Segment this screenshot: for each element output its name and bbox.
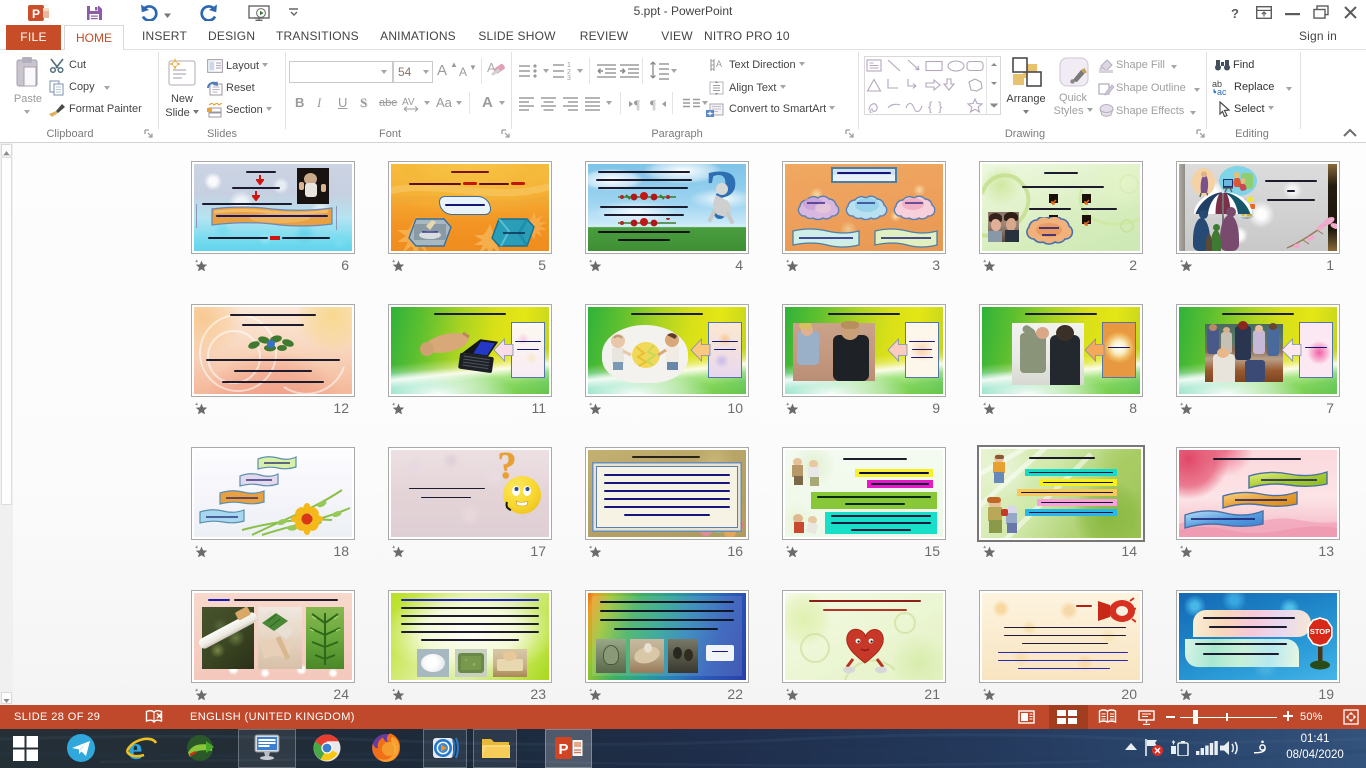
- svg-text:P: P: [32, 7, 40, 21]
- svg-text:AV: AV: [402, 97, 415, 108]
- svg-text:3: 3: [567, 75, 571, 80]
- svg-text:1: 1: [567, 62, 571, 69]
- svg-text:}: }: [938, 99, 943, 113]
- svg-text:A: A: [716, 59, 722, 69]
- svg-text:{: {: [928, 99, 933, 113]
- svg-text:P: P: [558, 741, 568, 758]
- svg-text:STOP: STOP: [1310, 627, 1330, 636]
- svg-text:¶: ¶: [650, 97, 656, 111]
- svg-text:c: c: [1222, 87, 1227, 96]
- svg-text:?: ?: [1231, 6, 1239, 20]
- svg-text:¶: ¶: [634, 97, 640, 111]
